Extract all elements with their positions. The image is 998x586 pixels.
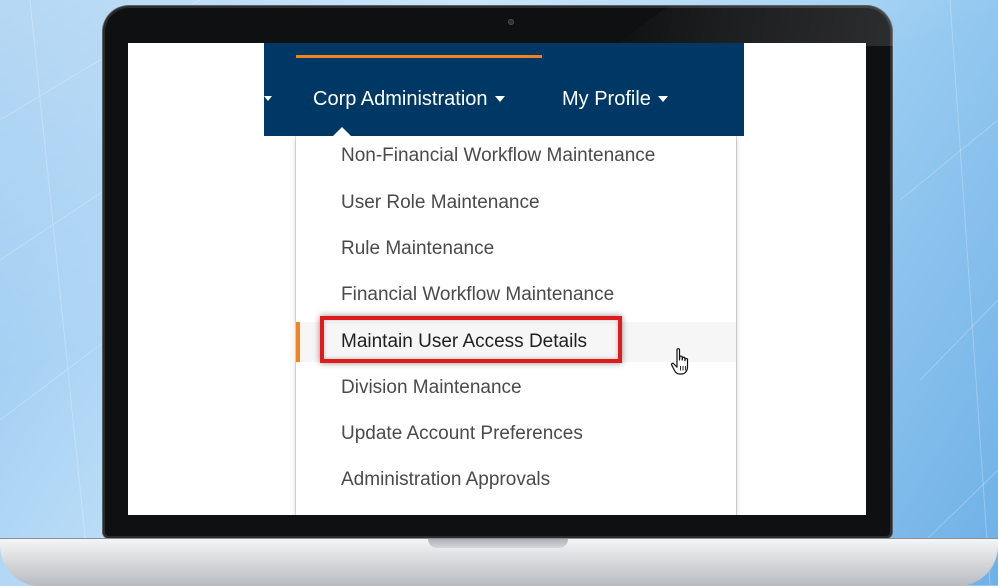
menu-item-label: Administration Approvals [341, 469, 551, 490]
nav-my-profile[interactable]: My Profile [562, 87, 668, 111]
menu-item-label: User Role Maintenance [341, 192, 540, 213]
menu-item-label: Division Maintenance [341, 377, 522, 398]
menu-item-label: Rule Maintenance [341, 238, 495, 259]
menu-item-update-account-preferences[interactable]: Update Account Preferences [296, 414, 736, 454]
bezel-glare [613, 6, 893, 46]
hand-pointer-icon [670, 348, 689, 375]
menu-item-label: Financial Workflow Maintenance [341, 284, 615, 305]
menu-item-financial-workflow[interactable]: Financial Workflow Maintenance [296, 275, 736, 315]
laptop-screen: Corp Administration My Profile Non-Finan… [128, 43, 866, 515]
menu-item-administration-approvals[interactable]: Administration Approvals [296, 460, 736, 500]
top-navigation-bar: Corp Administration My Profile [264, 43, 744, 136]
chevron-down-icon [657, 96, 668, 102]
chevron-down-icon[interactable] [264, 96, 272, 101]
nav-corp-administration[interactable]: Corp Administration [313, 87, 505, 111]
menu-item-user-role-maintenance[interactable]: User Role Maintenance [296, 183, 736, 223]
nav-my-profile-label: My Profile [562, 88, 651, 110]
chevron-down-icon [494, 96, 505, 102]
nav-corp-administration-label: Corp Administration [313, 88, 488, 110]
menu-item-non-financial-workflow[interactable]: Non-Financial Workflow Maintenance [296, 136, 736, 176]
active-item-marker [296, 322, 300, 362]
highlight-annotation [320, 316, 622, 363]
corp-administration-dropdown: Non-Financial Workflow Maintenance User … [296, 127, 736, 515]
webcam-icon [508, 19, 514, 25]
menu-item-label: Update Account Preferences [341, 423, 583, 444]
nav-active-indicator [296, 55, 542, 58]
menu-item-label: Non-Financial Workflow Maintenance [341, 145, 656, 166]
laptop-base [0, 538, 998, 586]
laptop-notch [428, 539, 568, 548]
menu-item-rule-maintenance[interactable]: Rule Maintenance [296, 229, 736, 269]
